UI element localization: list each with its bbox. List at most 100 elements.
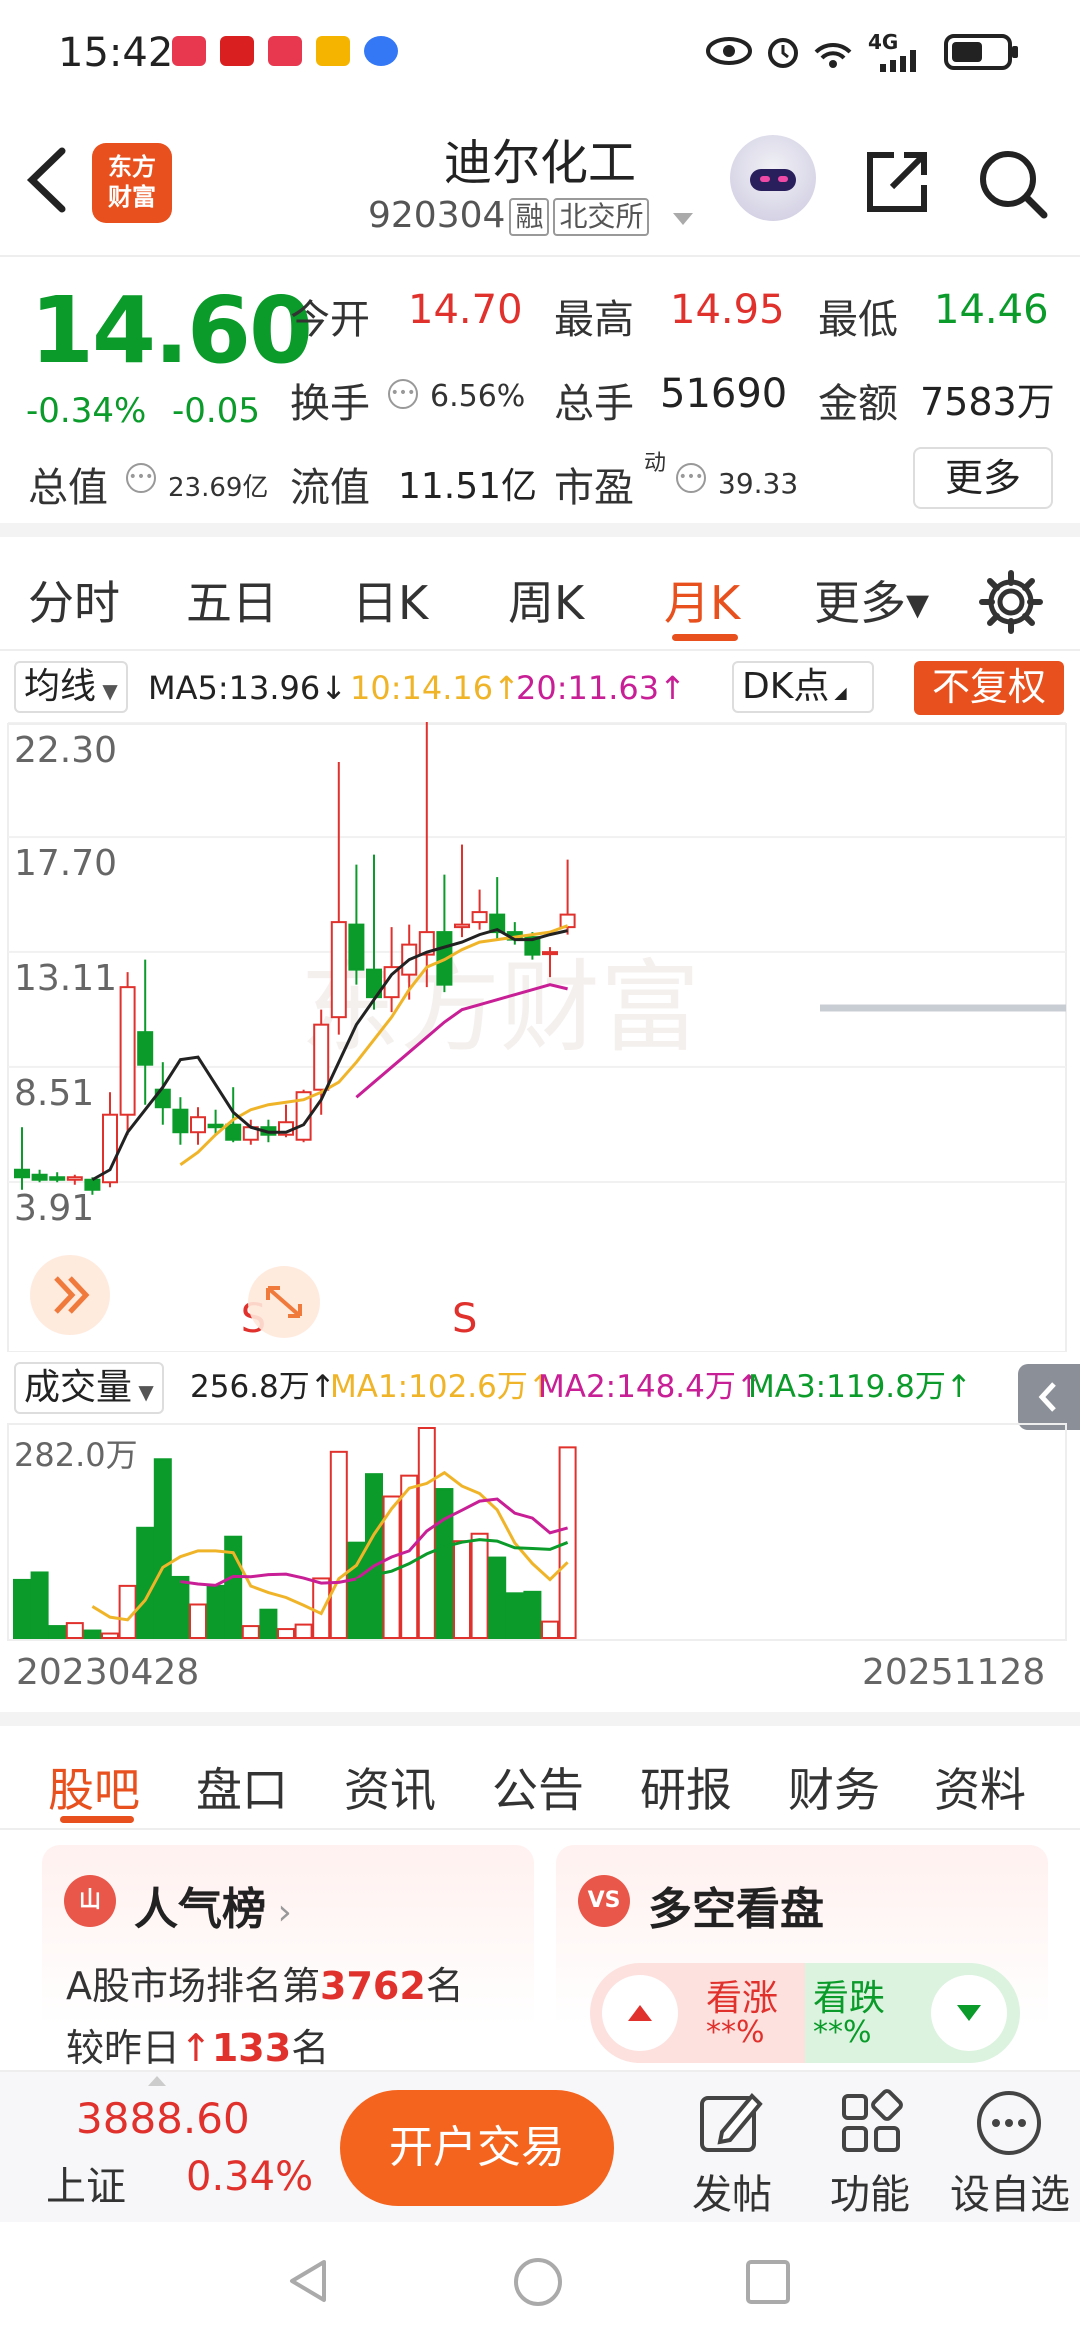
settings-gear-icon[interactable] [978, 569, 1044, 635]
robot-eye-right [778, 176, 788, 182]
volume-bar [541, 1620, 559, 1639]
volume-toolbar: 成交量 ▼ 256.8万↑ MA1:102.6万↑ MA2:148.4万↑ MA… [0, 1354, 1080, 1430]
open-label: 今开 [290, 297, 370, 343]
nav-back-icon[interactable] [284, 2256, 334, 2306]
system-nav-bar [0, 2222, 1080, 2340]
price-axis: 22.30 17.70 13.11 8.51 3.91 [14, 730, 117, 1229]
popularity-card[interactable]: 山 人气榜 › A股市场排名第3762名 较昨日↑133名 [42, 1845, 534, 2070]
rank-change-suffix: 名 [291, 2026, 330, 2070]
pe-value: 39.33 [718, 467, 799, 500]
bull-button[interactable] [602, 1975, 678, 2051]
change-percent: -0.34% [26, 391, 147, 431]
bull-label: 看涨 [706, 1978, 779, 2019]
float-label: 流值 [290, 465, 370, 511]
volume-bar [189, 1603, 207, 1640]
ai-assistant-button[interactable] [730, 135, 816, 221]
content-tabs: 股吧 盘口 资讯 公告 研报 财务 资料 [0, 1712, 1080, 1830]
tab-intraday[interactable]: 分时 [28, 567, 120, 633]
oa-app-icon [220, 36, 254, 66]
stock-header: 东方 财富 迪尔化工 920304 融北交所 [0, 105, 1080, 257]
rank-value: 3762 [320, 1964, 426, 2008]
fullscreen-toggle-button[interactable] [248, 1266, 320, 1338]
wifi-icon [814, 42, 852, 68]
bottom-action-bar: 3888.60 上证 0.34% 开户交易 发帖 功能 设自选 [0, 2070, 1080, 2222]
nav-recents-icon[interactable] [744, 2258, 792, 2306]
tab-forum[interactable]: 股吧 [48, 1754, 140, 1820]
help-icon[interactable]: ••• [388, 379, 418, 409]
mail-app-icon [316, 36, 350, 66]
chevron-right-icon: › [266, 1892, 292, 1933]
tab-research[interactable]: 研报 [640, 1754, 732, 1820]
post-label: 发帖 [692, 2172, 772, 2218]
candle-body [348, 923, 365, 971]
tab-announcements[interactable]: 公告 [492, 1754, 584, 1820]
turnover-value: 6.56% [430, 379, 526, 414]
volume-bar [329, 1450, 348, 1639]
volume-bar [241, 1625, 260, 1640]
candle-body [542, 951, 558, 956]
period-tabs: 分时 五日 日K 周K 月K 更多▾ [0, 551, 1080, 651]
low-value: 14.46 [934, 287, 1049, 333]
eye-icon [706, 37, 752, 65]
tab-news[interactable]: 资讯 [344, 1754, 436, 1820]
open-account-trade-button[interactable]: 开户交易 [340, 2090, 614, 2206]
high-label: 最高 [554, 297, 634, 343]
volume-bar [435, 1488, 454, 1639]
candle-body [454, 923, 470, 929]
rank-suffix: 名 [425, 1964, 464, 2008]
arrow-up-icon: ↑ [180, 2026, 212, 2070]
ma-indicator-dropdown[interactable]: 均线 ▼ [14, 661, 128, 713]
browser-app-icon [364, 36, 398, 66]
dk-point-dropdown[interactable]: DK点 ◢ [732, 661, 874, 713]
triangle-up-icon [628, 2005, 652, 2021]
more-quote-button[interactable]: 更多 [913, 447, 1053, 509]
turnover-label: 换手 [290, 381, 370, 427]
dk-point-label: DK点 [742, 666, 830, 707]
caret-down-icon: ▼ [96, 679, 118, 703]
volume-chart[interactable]: 282.0万 [0, 1420, 1080, 1645]
vol-ma3-readout: MA3:119.8万↑ [748, 1369, 972, 1405]
stock-code-selector[interactable]: 920304 融北交所 [368, 195, 695, 236]
volume-indicator-dropdown[interactable]: 成交量 ▼ [14, 1362, 164, 1414]
volume-label: 总手 [554, 381, 634, 427]
tab-financials[interactable]: 财务 [788, 1754, 880, 1820]
tab-order-book[interactable]: 盘口 [196, 1754, 288, 1820]
rank-change-value: 133 [211, 2026, 292, 2070]
help-icon[interactable]: ••• [126, 463, 156, 493]
bull-side[interactable]: 看涨 **% [590, 1963, 805, 2063]
candle-body [207, 1123, 224, 1129]
tab-profile[interactable]: 资料 [934, 1754, 1026, 1820]
tab-five-day[interactable]: 五日 [186, 567, 278, 633]
candle-body [225, 1123, 242, 1141]
tab-daily-k[interactable]: 日K [352, 567, 428, 633]
bear-side[interactable]: 看跌 **% [805, 1963, 1020, 2063]
bear-label: 看跌 [813, 1978, 886, 2019]
grid-apps-icon [842, 2089, 903, 2152]
share-icon[interactable] [862, 147, 932, 217]
tab-weekly-k[interactable]: 周K [508, 567, 584, 633]
kline-chart[interactable]: 东方财富 22.3017.7013.118.513.91 SS [0, 722, 1080, 1352]
sentiment-title: 多空看盘 [648, 1884, 824, 1935]
high-value: 14.95 [670, 287, 785, 333]
volume-dropdown-label: 成交量 [24, 1367, 133, 1408]
volume-bar [171, 1575, 190, 1640]
amount-label: 金额 [818, 381, 898, 427]
sentiment-card[interactable]: VS 多空看盘 看涨 **% 看跌 **% [556, 1845, 1048, 2070]
volume-max-label: 282.0万 [14, 1436, 138, 1474]
help-icon[interactable]: ••• [676, 463, 706, 493]
bear-button[interactable] [931, 1975, 1007, 2051]
search-icon[interactable] [976, 147, 1050, 221]
tab-more-periods[interactable]: 更多▾ [814, 567, 929, 633]
tab-monthly-k[interactable]: 月K [664, 567, 740, 633]
clock: 15:42 [58, 30, 174, 76]
volume-bar [101, 1632, 119, 1640]
price-adjust-button[interactable]: 不复权 [914, 661, 1064, 715]
bull-bear-bar: 看涨 **% 看跌 **% [590, 1963, 1020, 2063]
nav-home-icon[interactable] [512, 2256, 564, 2308]
volume-bar [505, 1592, 524, 1640]
expand-chart-button[interactable] [30, 1255, 110, 1335]
volume-bar [277, 1628, 295, 1639]
bear-value: **% [813, 2015, 872, 2050]
volume-bar [153, 1458, 172, 1639]
edit-post-icon [700, 2093, 763, 2152]
